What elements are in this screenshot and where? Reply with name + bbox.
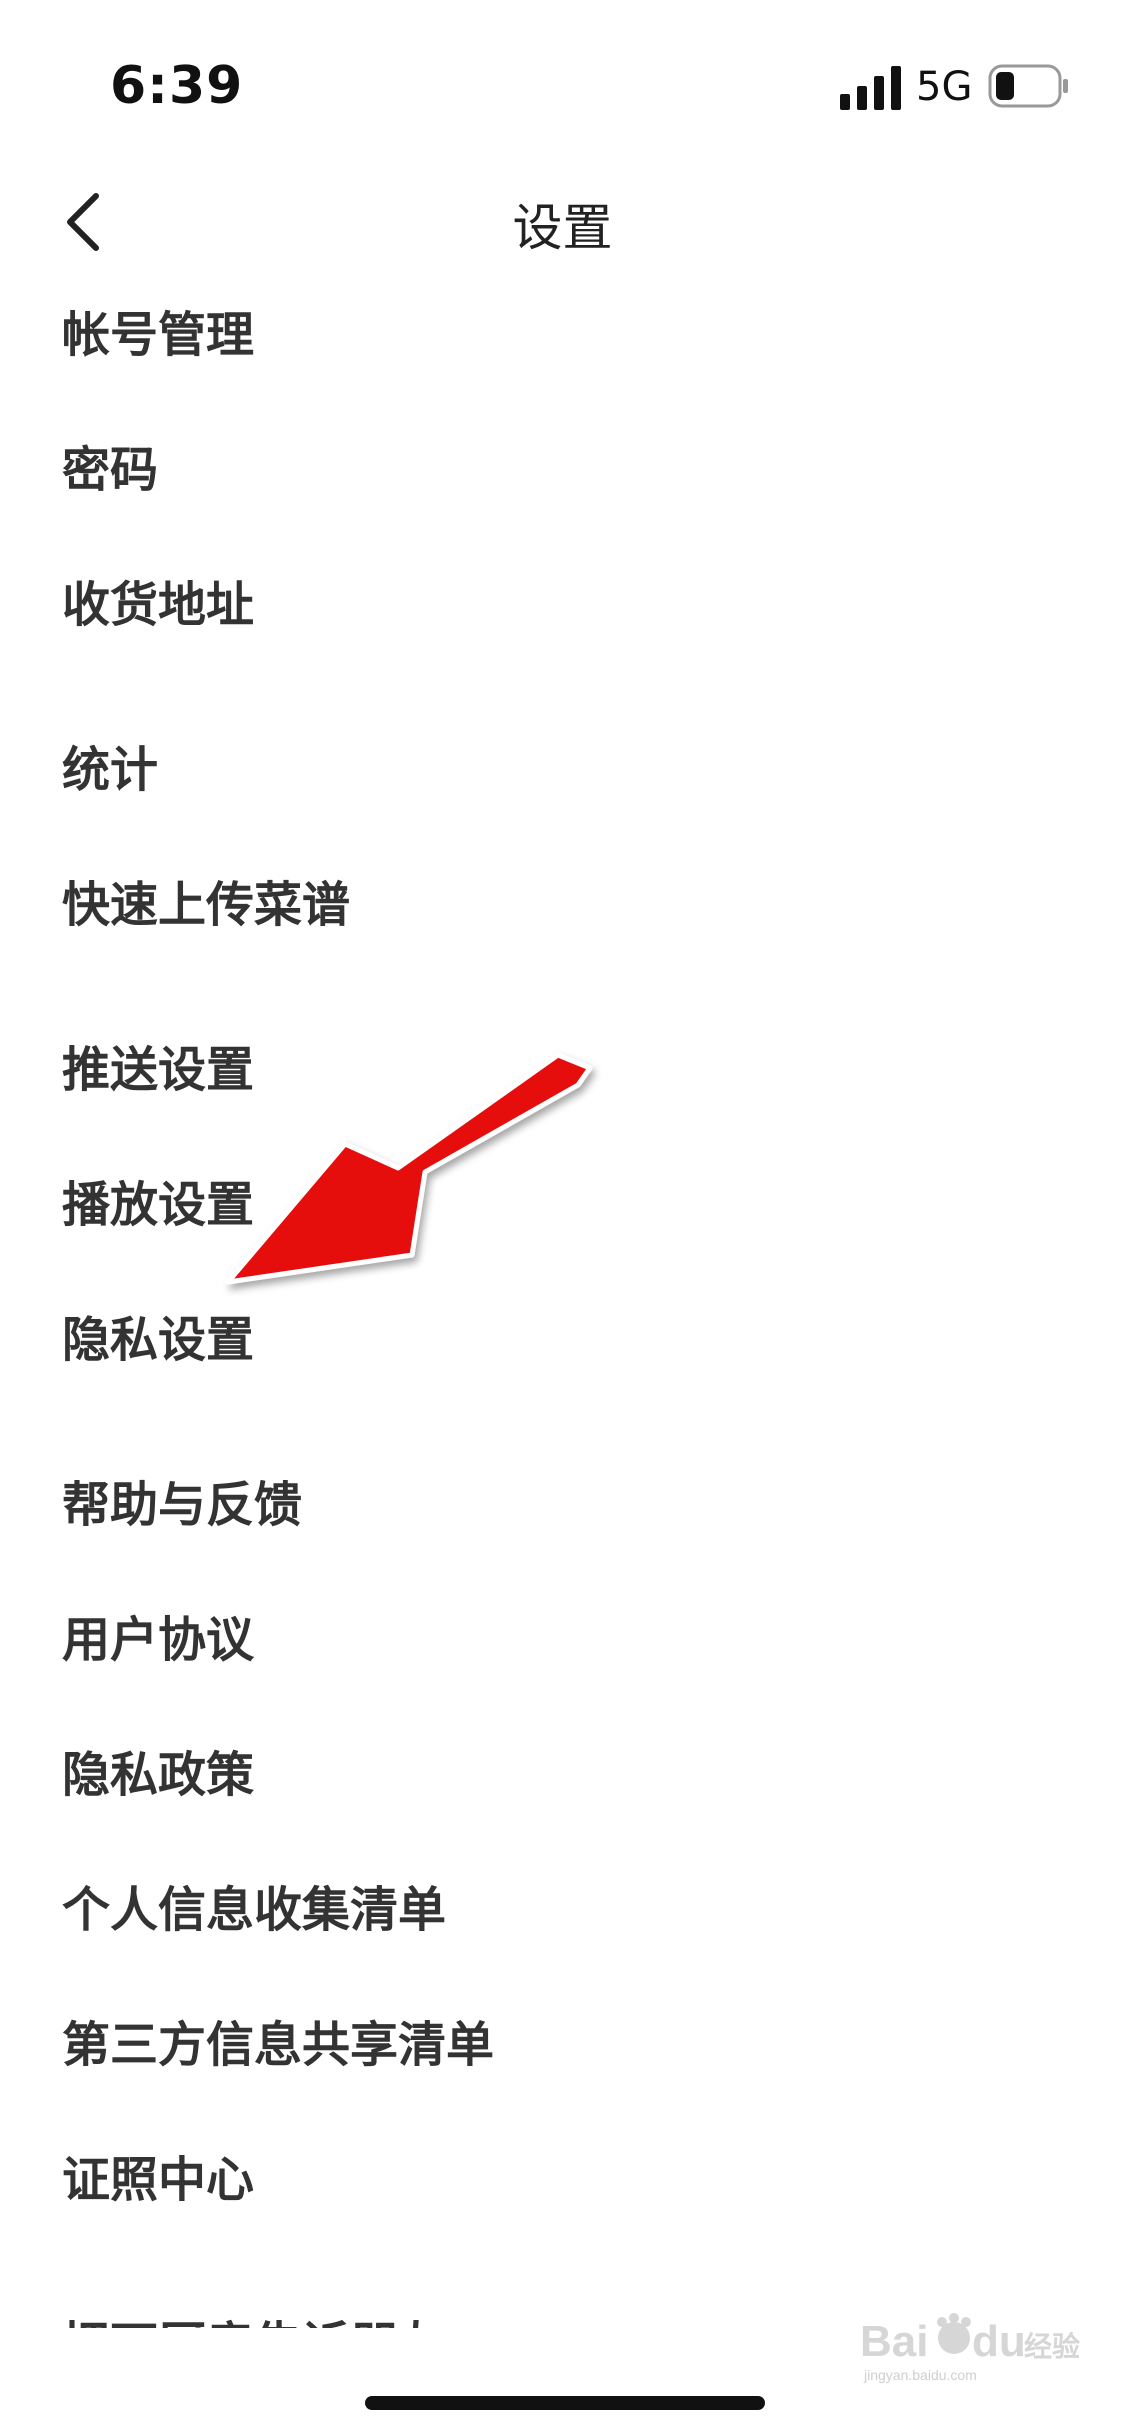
settings-item-user-agreement[interactable]: 用户协议 <box>62 1595 254 1685</box>
settings-item-quick-upload[interactable]: 快速上传菜谱 <box>62 860 350 950</box>
baidu-watermark-logo: Bai du 经验 jingyan.baidu.com <box>860 2313 1080 2383</box>
settings-item-help-feedback[interactable]: 帮助与反馈 <box>62 1460 302 1550</box>
settings-item-password[interactable]: 密码 <box>62 425 158 515</box>
svg-text:经验: 经验 <box>1024 2330 1080 2363</box>
svg-text:jingyan.baidu.com: jingyan.baidu.com <box>863 2367 977 2383</box>
svg-text:du: du <box>972 2317 1026 2366</box>
settings-item-license-center[interactable]: 证照中心 <box>62 2135 254 2225</box>
settings-item-account[interactable]: 帐号管理 <box>62 290 254 380</box>
red-arrow-annotation <box>225 1052 593 1285</box>
settings-item-third-party-list[interactable]: 第三方信息共享清单 <box>62 2000 494 2090</box>
settings-item-personal-info-list[interactable]: 个人信息收集清单 <box>62 1865 446 1955</box>
settings-item-address[interactable]: 收货地址 <box>62 560 254 650</box>
settings-item-statistics[interactable]: 统计 <box>62 725 158 815</box>
settings-item-privacy-policy[interactable]: 隐私政策 <box>62 1730 254 1820</box>
settings-item-share[interactable]: 把下厨房告诉朋友 <box>62 2300 446 2328</box>
svg-text:Bai: Bai <box>860 2317 928 2366</box>
home-indicator[interactable] <box>365 2396 765 2410</box>
